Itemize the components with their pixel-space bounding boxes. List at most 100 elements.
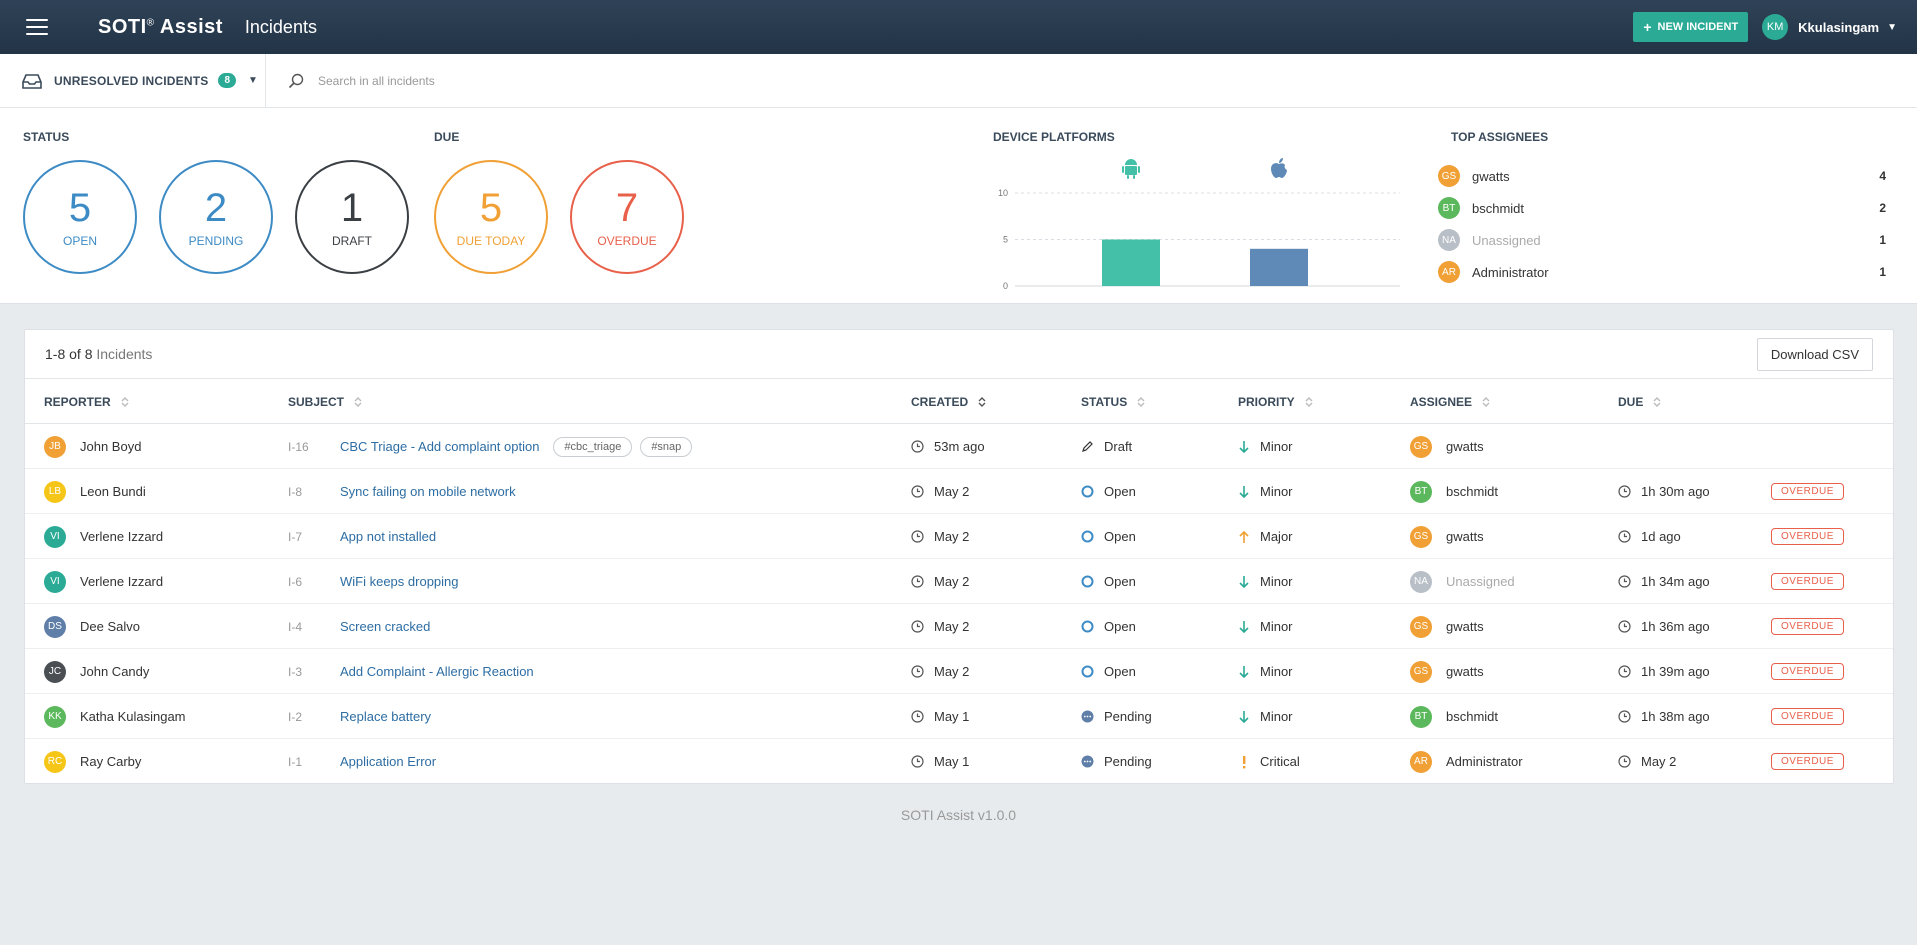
- open-status-icon: [1081, 575, 1094, 588]
- clock-icon: [911, 755, 924, 768]
- clock-icon: [911, 485, 924, 498]
- reporter-cell: JC John Candy: [44, 649, 149, 694]
- table-row[interactable]: JC John Candy I-3 Add Complaint - Allergic …: [25, 649, 1893, 694]
- open-count-circle[interactable]: 5 OPEN: [23, 160, 137, 274]
- table-header: REPORTER SUBJECT CREATED STATUS PRIORITY ASSI…: [25, 379, 1893, 424]
- reporter-name: Leon Bundi: [80, 484, 146, 499]
- column-header-priority[interactable]: PRIORITY: [1238, 379, 1313, 424]
- table-row[interactable]: DS Dee Salvo I-4 Screen cracked May 2 Open Min…: [25, 604, 1893, 649]
- incident-subject-link[interactable]: Sync failing on mobile network: [340, 484, 516, 499]
- assignee-row[interactable]: AR Administrator 1: [1438, 256, 1886, 288]
- menu-icon[interactable]: [26, 19, 48, 35]
- table-row[interactable]: LB Leon Bundi I-8 Sync failing on mobile ne…: [25, 469, 1893, 514]
- status-text: Pending: [1104, 754, 1152, 769]
- avatar: NA: [1410, 570, 1432, 593]
- priority-text: Minor: [1260, 709, 1293, 724]
- user-avatar[interactable]: KM: [1762, 14, 1789, 40]
- incident-subject-link[interactable]: Application Error: [340, 754, 436, 769]
- clock-icon: [911, 710, 924, 723]
- tag-chip[interactable]: #snap: [640, 436, 693, 457]
- priority-text: Critical: [1260, 754, 1300, 769]
- tag-chip[interactable]: #cbc_triage: [553, 436, 633, 457]
- created-time: May 1: [934, 709, 970, 724]
- search-icon: [288, 73, 304, 88]
- avatar: AR: [1438, 261, 1460, 283]
- column-header-due[interactable]: DUE: [1618, 379, 1661, 424]
- incident-subject-link[interactable]: App not installed: [340, 529, 436, 544]
- table-row[interactable]: VI Verlene Izzard I-6 WiFi keeps dropping Ma…: [25, 559, 1893, 604]
- search-input[interactable]: [318, 73, 818, 88]
- table-row[interactable]: KK Katha Kulasingam I-2 Replace battery May …: [25, 694, 1893, 739]
- incident-subject-link[interactable]: Replace battery: [340, 709, 431, 724]
- table-row[interactable]: JB John Boyd I-16 CBC Triage - Add complain…: [25, 424, 1893, 469]
- incident-subject-link[interactable]: WiFi keeps dropping: [340, 574, 459, 589]
- priority-text: Minor: [1260, 439, 1293, 454]
- due-time: 1h 34m ago: [1641, 574, 1710, 589]
- assignee-count: 4: [1879, 169, 1886, 183]
- column-header-created[interactable]: CREATED: [911, 379, 986, 424]
- created-cell: May 1: [911, 739, 969, 784]
- avatar: JB: [44, 435, 66, 458]
- plus-icon: +: [1643, 19, 1652, 35]
- pending-status-icon: [1081, 710, 1094, 723]
- draft-count-circle[interactable]: 1 DRAFT: [295, 160, 409, 274]
- column-header-assignee[interactable]: ASSIGNEE: [1410, 379, 1490, 424]
- column-header-subject[interactable]: SUBJECT: [288, 379, 362, 424]
- status-cell: Pending: [1081, 694, 1152, 739]
- created-time: May 2: [934, 529, 970, 544]
- status-cell: Draft: [1081, 424, 1132, 469]
- bar-apple[interactable]: [1250, 248, 1308, 286]
- due-time: 1h 30m ago: [1641, 484, 1710, 499]
- created-cell: May 1: [911, 694, 969, 739]
- due-today-circle[interactable]: 5 DUE TODAY: [434, 160, 548, 274]
- priority-cell: Minor: [1238, 424, 1293, 469]
- column-header-reporter[interactable]: REPORTER: [44, 379, 129, 424]
- priority-cell: Major: [1238, 514, 1293, 559]
- status-text: Pending: [1104, 709, 1152, 724]
- priority-cell: Minor: [1238, 694, 1293, 739]
- reporter-name: John Boyd: [80, 439, 142, 454]
- due-cell: 1h 36m ago: [1618, 604, 1710, 649]
- status-text: Open: [1104, 574, 1136, 589]
- priority-cell: Minor: [1238, 559, 1293, 604]
- created-cell: 53m ago: [911, 424, 985, 469]
- clock-icon: [911, 530, 924, 543]
- overdue-circle[interactable]: 7 OVERDUE: [570, 160, 684, 274]
- incident-filter-dropdown[interactable]: UNRESOLVED INCIDENTS 8 ▼: [0, 53, 266, 108]
- user-name[interactable]: Kkulasingam: [1798, 20, 1879, 35]
- new-incident-button[interactable]: + NEW INCIDENT: [1633, 12, 1749, 42]
- status-cell: Pending: [1081, 739, 1152, 784]
- created-time: May 1: [934, 754, 970, 769]
- created-time: May 2: [934, 664, 970, 679]
- assignee-row[interactable]: GS gwatts 4: [1438, 160, 1886, 192]
- incident-subject-link[interactable]: CBC Triage - Add complaint option: [340, 439, 539, 454]
- assignee-cell: GS gwatts: [1410, 649, 1484, 694]
- subject-cell: I-6 WiFi keeps dropping: [288, 559, 459, 604]
- download-csv-button[interactable]: Download CSV: [1756, 338, 1873, 371]
- due-time: 1h 38m ago: [1641, 709, 1710, 724]
- incident-subject-link[interactable]: Screen cracked: [340, 619, 430, 634]
- column-header-status[interactable]: STATUS: [1081, 379, 1145, 424]
- assignee-count: 1: [1879, 265, 1886, 279]
- due-flag-cell: OVERDUE: [1771, 604, 1844, 649]
- status-text: Open: [1104, 529, 1136, 544]
- due-flag-cell: OVERDUE: [1771, 694, 1844, 739]
- pending-count-circle[interactable]: 2 PENDING: [159, 160, 273, 274]
- bar-android[interactable]: [1102, 239, 1160, 287]
- avatar: DS: [44, 615, 66, 638]
- due-cell: 1h 38m ago: [1618, 694, 1710, 739]
- due-today-label: DUE TODAY: [456, 234, 526, 248]
- due-time: 1d ago: [1641, 529, 1681, 544]
- chevron-down-icon[interactable]: ▼: [1887, 22, 1897, 33]
- table-row[interactable]: RC Ray Carby I-1 Application Error May 1 Pend…: [25, 739, 1893, 784]
- brand-logo[interactable]: SOTI® Assist: [98, 16, 223, 39]
- assignee-row[interactable]: NA Unassigned 1: [1438, 224, 1886, 256]
- assignee-name: gwatts: [1472, 168, 1510, 184]
- y-tick-label: 5: [1003, 235, 1008, 245]
- open-label: OPEN: [62, 234, 97, 248]
- created-time: May 2: [934, 574, 970, 589]
- table-row[interactable]: VI Verlene Izzard I-7 App not installed May …: [25, 514, 1893, 559]
- incident-subject-link[interactable]: Add Complaint - Allergic Reaction: [340, 664, 534, 679]
- assignee-row[interactable]: BT bschmidt 2: [1438, 192, 1886, 224]
- reporter-cell: KK Katha Kulasingam: [44, 694, 186, 739]
